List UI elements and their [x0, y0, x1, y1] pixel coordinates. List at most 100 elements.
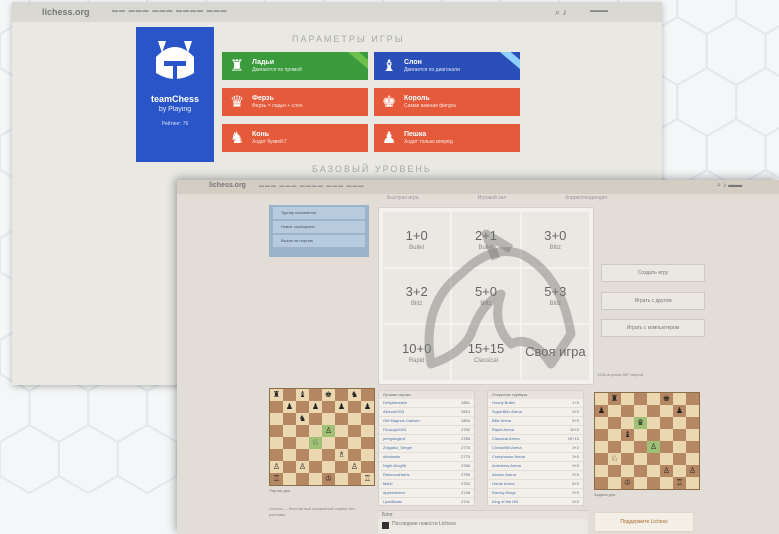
- list-item[interactable]: Racing Kings 3+0: [488, 489, 583, 498]
- player-name[interactable]: Antichess Arena: [492, 462, 521, 470]
- board-square[interactable]: [283, 413, 296, 425]
- list-item[interactable]: RebeccaHarris 2759: [379, 471, 474, 480]
- board-square[interactable]: [322, 449, 335, 461]
- player-name[interactable]: penguingim1: [383, 435, 406, 443]
- quick-pairing-button[interactable]: 10+0 Rapid: [383, 325, 451, 380]
- board-square[interactable]: [361, 389, 374, 401]
- piece-tile[interactable]: ♚ Король Самая важная фигура: [374, 88, 520, 116]
- player-name[interactable]: opperwezen: [383, 489, 405, 497]
- search-icon[interactable]: ⌕ ♪ ▬▬: [717, 182, 742, 190]
- board-square[interactable]: [348, 425, 361, 437]
- board-square[interactable]: [621, 441, 634, 453]
- board-square[interactable]: [621, 453, 634, 465]
- list-item[interactable]: King of the Hill 3+0: [488, 498, 583, 507]
- board-square[interactable]: ♙: [270, 461, 283, 473]
- board-square[interactable]: ♙: [647, 441, 660, 453]
- board-square[interactable]: [634, 453, 647, 465]
- quick-pairing-button[interactable]: Своя игра: [521, 325, 589, 380]
- board-square[interactable]: ♘: [309, 437, 322, 449]
- board-square[interactable]: ♙: [660, 465, 673, 477]
- board-square[interactable]: [686, 477, 699, 489]
- board-square[interactable]: [361, 425, 374, 437]
- tab-correspondence[interactable]: Корреспонденция: [565, 195, 607, 201]
- piece-tile[interactable]: ♛ Ферзь Ферзь = ладья + слон: [222, 88, 368, 116]
- board-square[interactable]: ♙: [348, 461, 361, 473]
- board-square[interactable]: [283, 425, 296, 437]
- board-square[interactable]: [335, 425, 348, 437]
- board-square[interactable]: [595, 465, 608, 477]
- board-square[interactable]: [686, 429, 699, 441]
- list-item[interactable]: Horde Arena 5+0: [488, 480, 583, 489]
- board-square[interactable]: ♙: [296, 461, 309, 473]
- board-square[interactable]: [283, 389, 296, 401]
- board-square[interactable]: [660, 429, 673, 441]
- list-item[interactable]: SuperBlitz Arena 3+0: [488, 408, 583, 417]
- board-square[interactable]: [595, 441, 608, 453]
- notification-item[interactable]: Вызов на партию: [273, 235, 365, 247]
- board-square[interactable]: [296, 401, 309, 413]
- player-name[interactable]: Racing Kings: [492, 489, 516, 497]
- board-square[interactable]: [335, 437, 348, 449]
- quick-pairing-button[interactable]: 1+0 Bullet: [383, 212, 451, 267]
- board-square[interactable]: [270, 413, 283, 425]
- board-square[interactable]: ♘: [608, 453, 621, 465]
- board-square[interactable]: [270, 437, 283, 449]
- player-name[interactable]: Atomic Arena: [492, 471, 516, 479]
- board-square[interactable]: [660, 453, 673, 465]
- board-square[interactable]: [673, 441, 686, 453]
- board-square[interactable]: [608, 465, 621, 477]
- player-name[interactable]: RebeccaHarris: [383, 471, 409, 479]
- board-square[interactable]: [283, 437, 296, 449]
- notification-item[interactable]: Турнир начинается: [273, 207, 365, 219]
- board-square[interactable]: [283, 473, 296, 485]
- board-square[interactable]: ♔: [621, 477, 634, 489]
- board-square[interactable]: [647, 453, 660, 465]
- board-square[interactable]: [296, 437, 309, 449]
- board-square[interactable]: ♛: [634, 417, 647, 429]
- board-square[interactable]: [595, 393, 608, 405]
- list-item[interactable]: Classical Arena 15+15: [488, 435, 583, 444]
- board-square[interactable]: [608, 477, 621, 489]
- player-name[interactable]: SuperBlitz Arena: [492, 408, 522, 416]
- board-square[interactable]: [634, 393, 647, 405]
- board-square[interactable]: ♙: [686, 465, 699, 477]
- list-item[interactable]: Firouzja2003 2792: [379, 426, 474, 435]
- quick-pairing-button[interactable]: 5+0 Blitz: [452, 268, 520, 324]
- board-square[interactable]: [361, 437, 374, 449]
- board-square[interactable]: [361, 413, 374, 425]
- board-square[interactable]: [647, 417, 660, 429]
- board-square[interactable]: [686, 417, 699, 429]
- board-square[interactable]: [335, 389, 348, 401]
- list-item[interactable]: DrNykterstein 2851: [379, 399, 474, 408]
- board-square[interactable]: [647, 477, 660, 489]
- list-item[interactable]: Chess960 Arena 3+2: [488, 444, 583, 453]
- player-name[interactable]: Alireza2003: [383, 408, 404, 416]
- board-square[interactable]: [634, 477, 647, 489]
- board-square[interactable]: [660, 441, 673, 453]
- board-square[interactable]: [309, 425, 322, 437]
- play-with-friend-button[interactable]: Играть с другом: [601, 292, 705, 310]
- board-square[interactable]: [634, 441, 647, 453]
- board-square[interactable]: [595, 417, 608, 429]
- board-square[interactable]: [348, 437, 361, 449]
- player-name[interactable]: Hourly Bullet: [492, 399, 515, 407]
- team-card[interactable]: teamChess by Playing Рейтинг: 76: [136, 27, 214, 162]
- board-square[interactable]: [296, 425, 309, 437]
- piece-tile[interactable]: ♜ Ладьи Двигаются по прямой: [222, 52, 368, 80]
- board-square[interactable]: [647, 405, 660, 417]
- create-game-button[interactable]: Создать игру: [601, 264, 705, 282]
- board-square[interactable]: ♚: [660, 393, 673, 405]
- list-item[interactable]: Alireza2003 2810: [379, 408, 474, 417]
- board-square[interactable]: [660, 417, 673, 429]
- board-square[interactable]: [686, 393, 699, 405]
- board-square[interactable]: ♜: [608, 393, 621, 405]
- featured-game-board[interactable]: ♜ ♝ ♚ ♞ ♟ ♟ ♟ ♟ ♞ ♙ ♘ ♗ ♙ ♙ ♙ ♖ ♔ ♖: [269, 388, 375, 486]
- player-name[interactable]: nihalsarin: [383, 453, 400, 461]
- piece-tile[interactable]: ♟ Пешка Ходит только вперёд: [374, 124, 520, 152]
- board-square[interactable]: [686, 405, 699, 417]
- board-square[interactable]: [673, 453, 686, 465]
- board-square[interactable]: [348, 449, 361, 461]
- board-square[interactable]: ♟: [309, 401, 322, 413]
- blog-panel[interactable]: Блог Последние новости Lichess: [378, 510, 588, 534]
- board-square[interactable]: [621, 465, 634, 477]
